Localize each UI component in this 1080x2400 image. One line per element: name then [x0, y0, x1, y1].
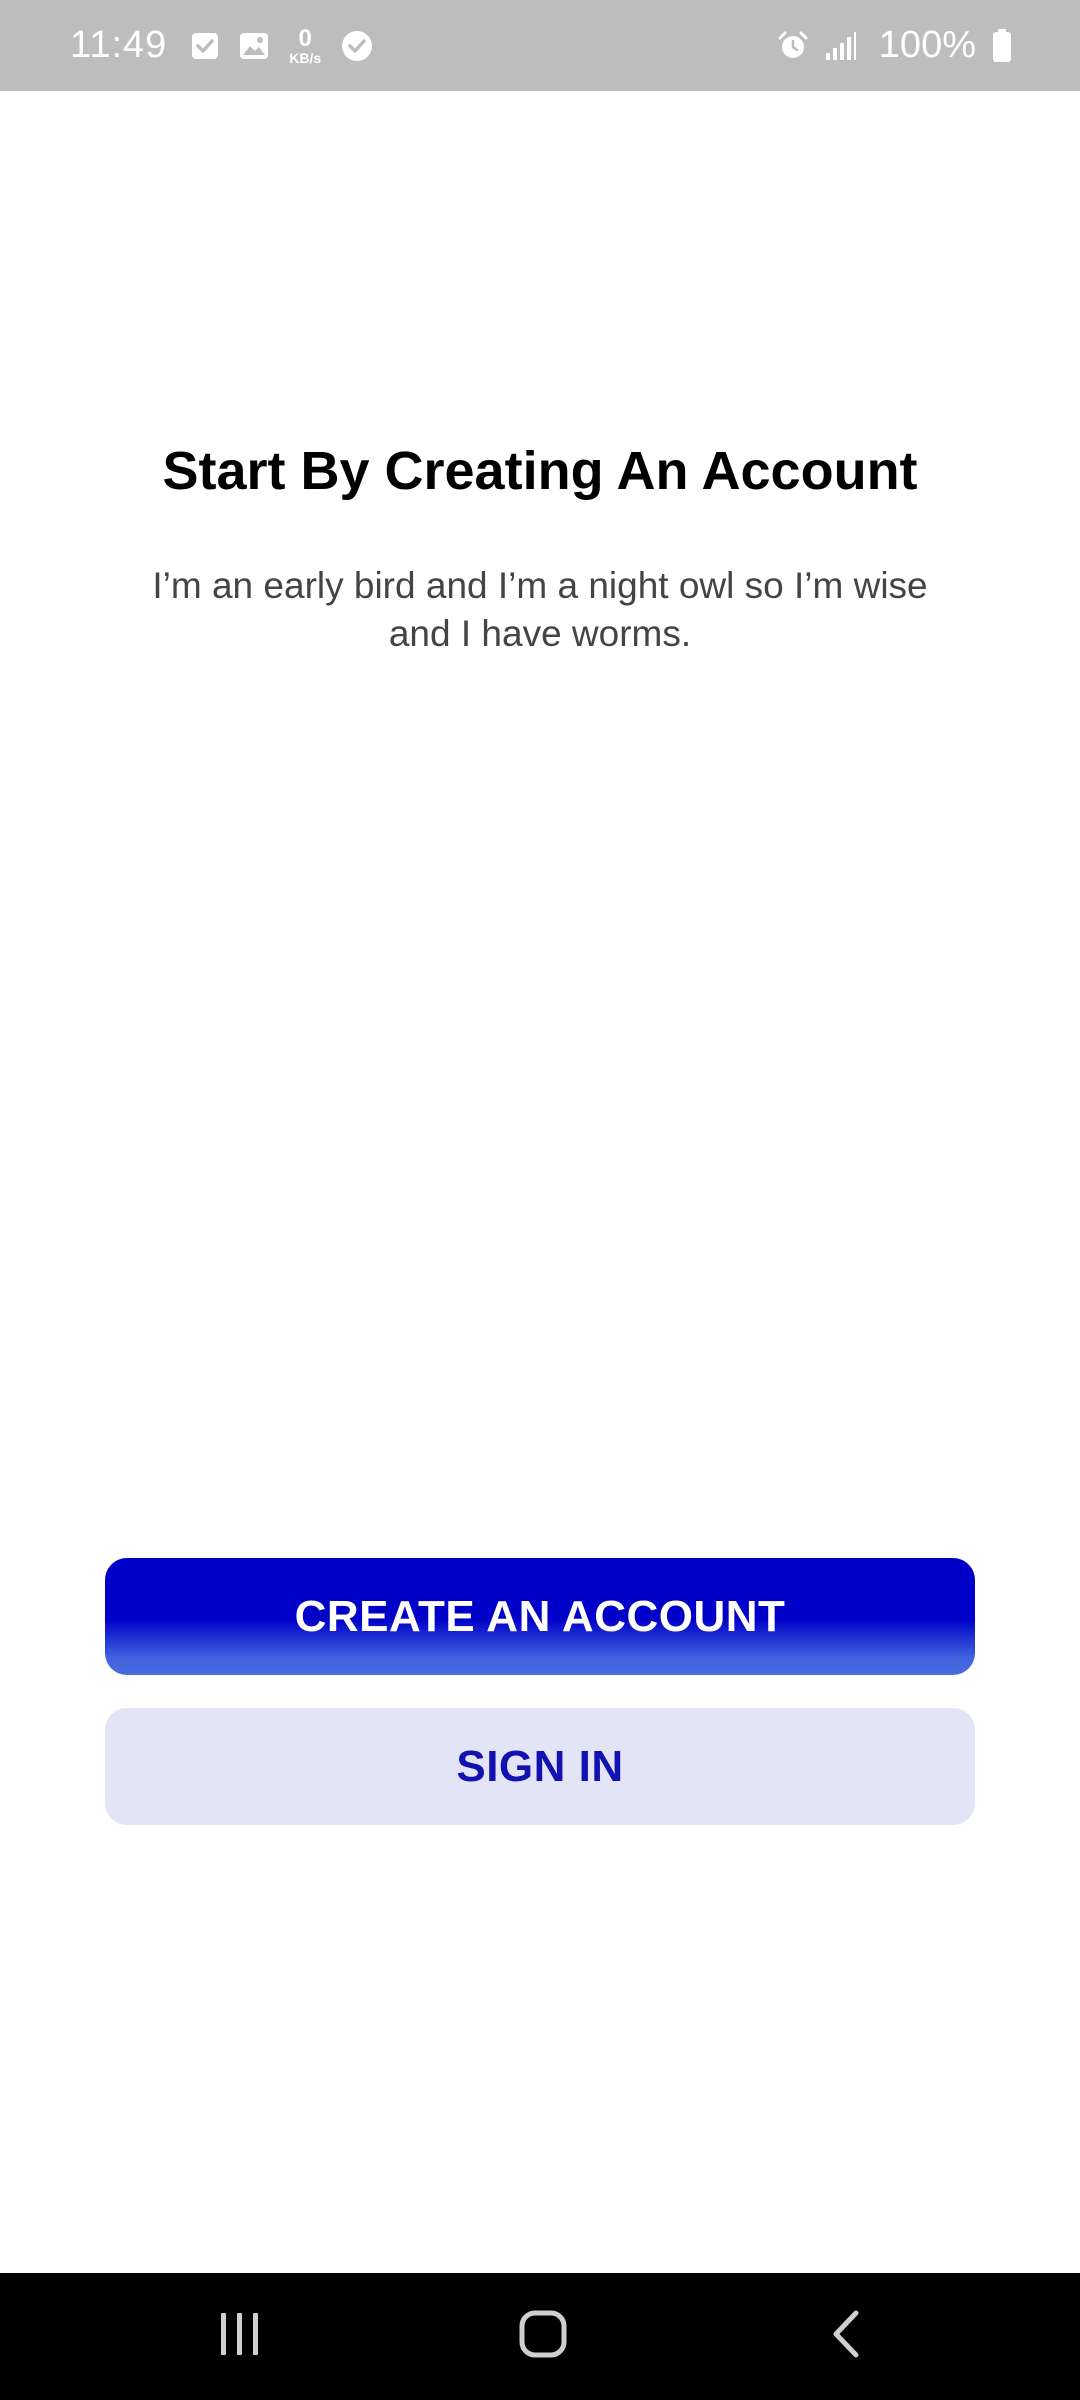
recents-icon: [218, 2311, 262, 2362]
battery-icon: [992, 28, 1012, 63]
subtitle-line-2: and I have worms.: [388, 613, 692, 654]
status-bar: 11:49 0 KB/s 100%: [0, 0, 1080, 91]
screen: 11:49 0 KB/s 100% Start By Creating An A…: [0, 0, 1080, 2400]
image-icon: [239, 32, 269, 60]
back-icon: [828, 2309, 862, 2364]
navigation-bar: [0, 2273, 1080, 2400]
sign-in-button[interactable]: SIGN IN: [105, 1708, 975, 1825]
create-account-button[interactable]: CREATE AN ACCOUNT: [105, 1558, 975, 1675]
home-button[interactable]: [473, 2273, 613, 2400]
check-circle-icon: [341, 30, 373, 62]
home-icon: [518, 2309, 568, 2364]
signal-icon: [825, 31, 857, 61]
battery-percent: 100%: [878, 24, 976, 66]
create-account-label: CREATE AN ACCOUNT: [294, 1591, 786, 1641]
recents-button[interactable]: [170, 2273, 310, 2400]
status-left: 11:49 0 KB/s: [70, 0, 373, 91]
sign-in-label: SIGN IN: [456, 1741, 624, 1791]
checkbox-icon: [191, 32, 219, 60]
back-button[interactable]: [775, 2273, 915, 2400]
subtitle-line-1: I’m an early bird and I’m a night owl so…: [152, 565, 928, 606]
network-speed-icon: 0 KB/s: [289, 24, 322, 66]
page-title: Start By Creating An Account: [162, 441, 918, 501]
net-speed-value: 0: [298, 24, 312, 52]
status-time: 11:49: [70, 24, 168, 66]
alarm-icon: [777, 30, 809, 62]
status-right: 100%: [777, 0, 1012, 91]
net-speed-unit: KB/s: [289, 49, 322, 66]
page-subtitle: I’m an early bird and I’m a night owl so…: [110, 562, 970, 658]
